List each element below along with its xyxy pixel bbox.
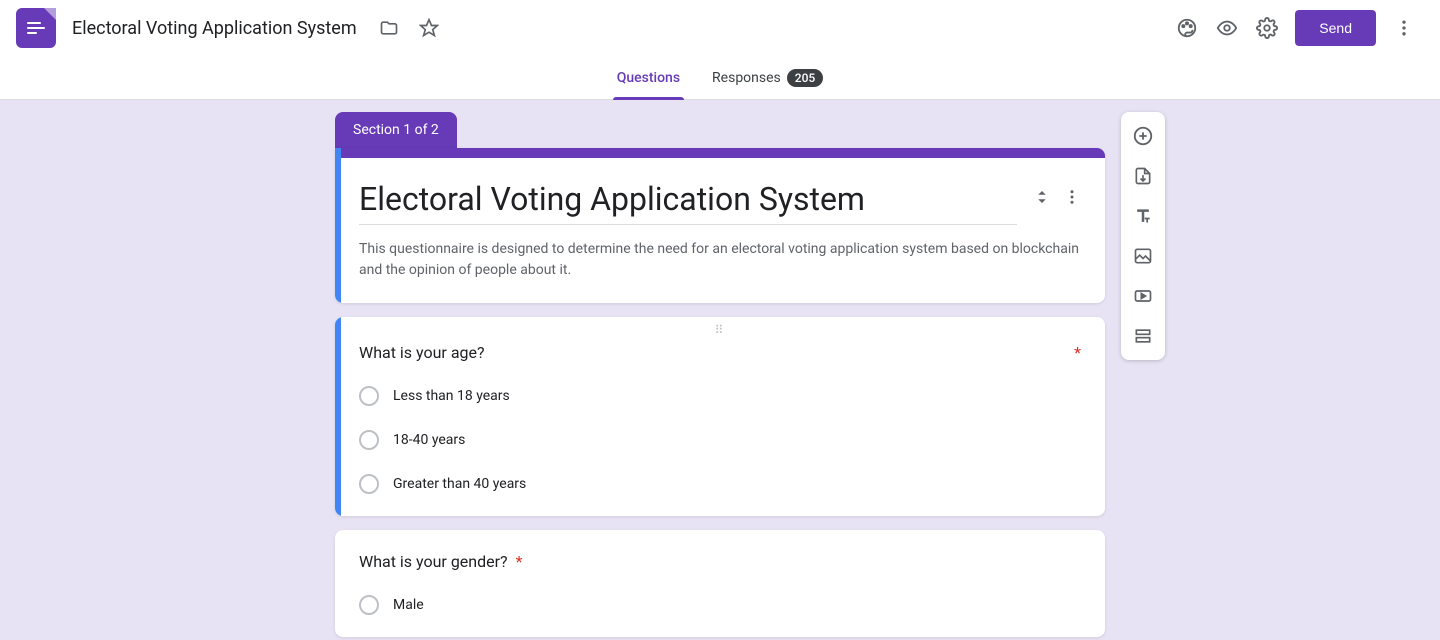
more-icon[interactable] <box>1384 8 1424 48</box>
form-description[interactable]: This questionnaire is designed to determ… <box>359 239 1081 281</box>
option-row[interactable]: Greater than 40 years <box>359 474 1081 494</box>
add-title-icon[interactable] <box>1125 198 1161 234</box>
document-title[interactable]: Electoral Voting Application System <box>72 18 357 39</box>
question-card[interactable]: ⠿ What is your age? * Less than 18 years… <box>335 317 1105 516</box>
floating-toolbar <box>1121 112 1165 360</box>
form-title[interactable]: Electoral Voting Application System <box>359 180 1017 225</box>
question-text[interactable]: What is your gender? <box>359 552 508 571</box>
add-image-icon[interactable] <box>1125 238 1161 274</box>
add-section-icon[interactable] <box>1125 318 1161 354</box>
radio-icon[interactable] <box>359 474 379 494</box>
tab-responses-label: Responses <box>712 70 781 86</box>
import-questions-icon[interactable] <box>1125 158 1161 194</box>
question-text[interactable]: What is your age? <box>359 343 485 362</box>
option-label: Male <box>393 597 424 613</box>
drag-handle-icon[interactable]: ⠿ <box>335 317 1105 343</box>
star-icon[interactable] <box>409 8 449 48</box>
form-canvas: Section 1 of 2 Electoral Voting Applicat… <box>0 100 1440 640</box>
option-row[interactable]: 18-40 years <box>359 430 1081 450</box>
more-vert-icon[interactable] <box>1063 188 1081 206</box>
preview-icon[interactable] <box>1207 8 1247 48</box>
title-card[interactable]: Electoral Voting Application System This… <box>335 148 1105 303</box>
tab-responses[interactable]: Responses 205 <box>708 56 827 100</box>
header: Electoral Voting Application System Send <box>0 0 1440 56</box>
tab-questions-label: Questions <box>617 70 680 86</box>
add-video-icon[interactable] <box>1125 278 1161 314</box>
radio-icon[interactable] <box>359 430 379 450</box>
tab-questions[interactable]: Questions <box>613 56 684 100</box>
send-button[interactable]: Send <box>1295 10 1376 46</box>
collapse-icon[interactable] <box>1033 188 1051 206</box>
option-label: Less than 18 years <box>393 388 510 404</box>
option-row[interactable]: Male <box>359 595 1081 615</box>
response-count-badge: 205 <box>787 69 823 87</box>
palette-icon[interactable] <box>1167 8 1207 48</box>
required-star-icon: * <box>516 552 523 571</box>
required-star-icon: * <box>1074 343 1081 362</box>
folder-icon[interactable] <box>369 8 409 48</box>
option-label: 18-40 years <box>393 432 465 448</box>
radio-icon[interactable] <box>359 595 379 615</box>
section-tab[interactable]: Section 1 of 2 <box>335 112 457 148</box>
forms-logo-icon[interactable] <box>16 8 56 48</box>
option-label: Greater than 40 years <box>393 476 526 492</box>
settings-icon[interactable] <box>1247 8 1287 48</box>
question-card[interactable]: What is your gender? * Male <box>335 530 1105 637</box>
add-question-icon[interactable] <box>1125 118 1161 154</box>
option-row[interactable]: Less than 18 years <box>359 386 1081 406</box>
tabs-bar: Questions Responses 205 <box>0 56 1440 100</box>
radio-icon[interactable] <box>359 386 379 406</box>
